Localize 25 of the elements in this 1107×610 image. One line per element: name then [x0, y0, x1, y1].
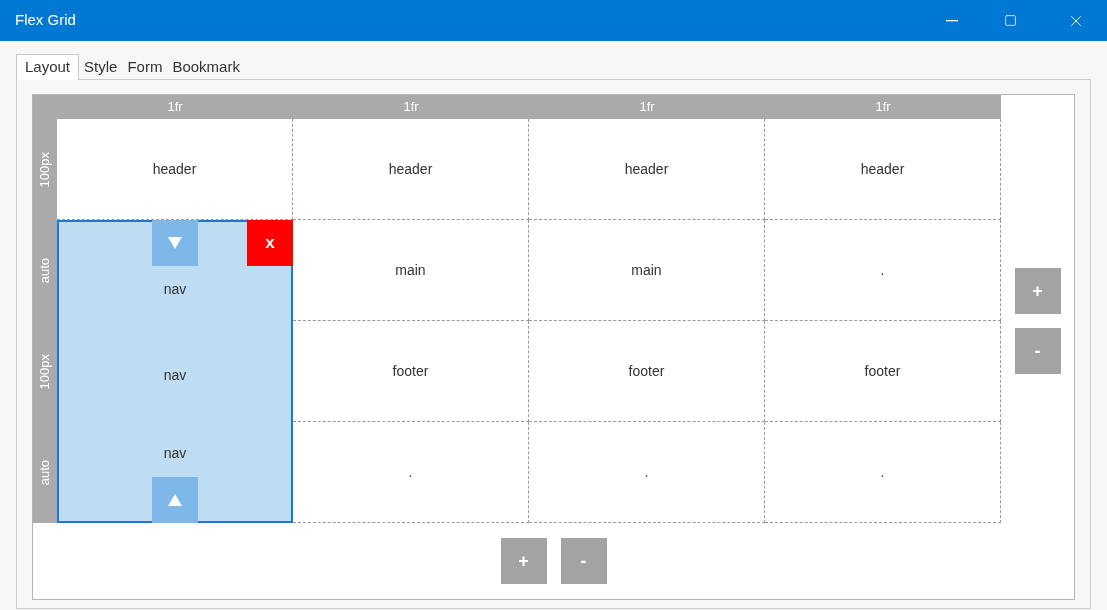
grid-cell[interactable]: . [765, 220, 1001, 321]
grid-cell[interactable]: header [765, 119, 1001, 220]
grid-cell[interactable]: header [293, 119, 529, 220]
tab[interactable]: Bookmark [167, 55, 245, 79]
tab[interactable]: Layout [16, 54, 80, 80]
grid-cell[interactable]: . [765, 422, 1001, 523]
grid-cell[interactable]: header [529, 119, 765, 220]
maximize-icon [1003, 14, 1017, 27]
tab[interactable]: Form [122, 55, 168, 79]
tab[interactable]: Style [79, 55, 123, 79]
up-triangle-icon [168, 494, 182, 506]
grid-cell[interactable]: main [529, 220, 765, 321]
grid-cell[interactable]: . [529, 422, 765, 523]
grid-cell[interactable]: footer [765, 321, 1001, 422]
area-name: nav [163, 443, 187, 463]
area-name: nav [163, 366, 187, 385]
minimize-icon [946, 19, 958, 22]
selected-area[interactable]: nav nav nav x [57, 220, 293, 523]
shrink-up-button[interactable] [152, 477, 198, 523]
area-name: nav [163, 280, 187, 300]
window-title: Flex Grid [15, 10, 76, 31]
grid-cell[interactable]: footer [529, 321, 765, 422]
down-triangle-icon [168, 237, 182, 249]
shrink-down-button[interactable] [152, 220, 198, 266]
delete-button[interactable]: x [247, 220, 293, 266]
